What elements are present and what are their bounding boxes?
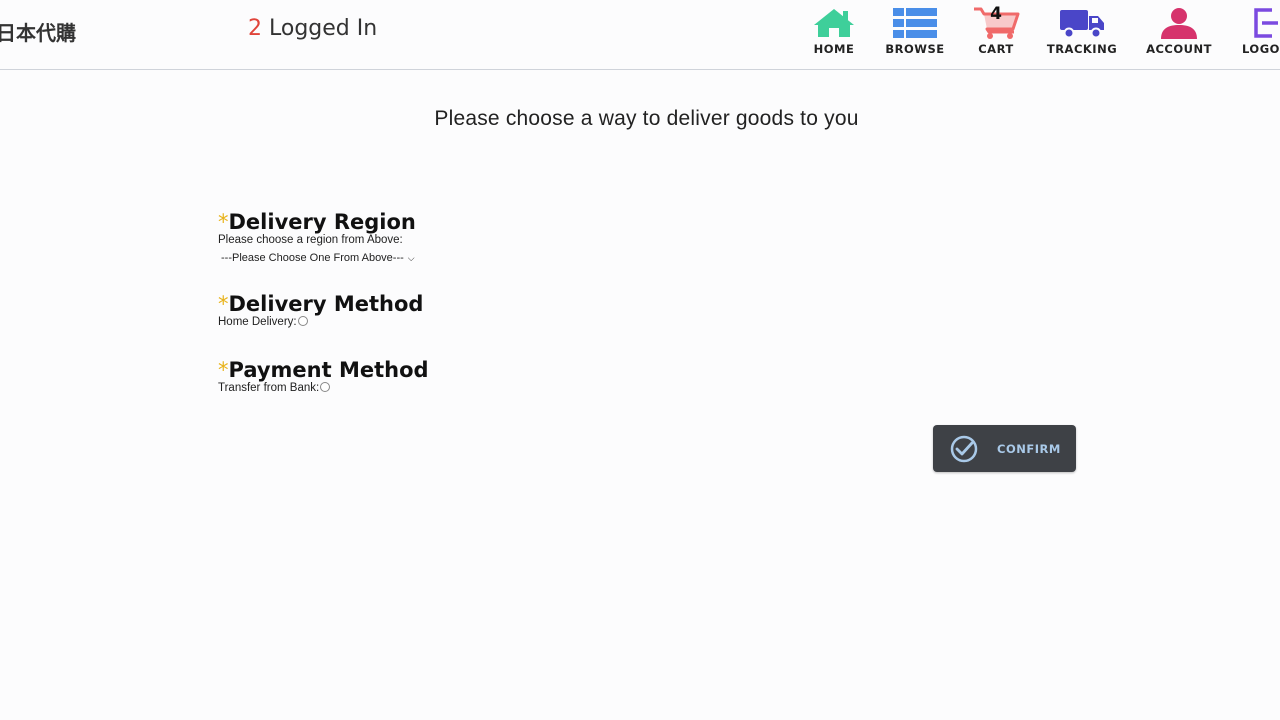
bank-transfer-label: Transfer from Bank: [218,382,320,394]
required-star: * [218,210,229,234]
nav-browse-label: BROWSE [885,42,945,56]
nav-tracking[interactable]: TRACKING [1044,6,1120,62]
nav-tracking-label: TRACKING [1046,42,1118,56]
home-delivery-label: Home Delivery: [218,316,297,328]
home-icon [809,6,859,40]
confirm-button[interactable]: CONFIRM [933,425,1076,472]
nav-home-label: HOME [813,42,855,56]
region-hint: Please choose a region from Above: [218,234,403,246]
delivery-method-heading: *Delivery Method [218,292,423,316]
delivery-method-title: Delivery Method [228,292,424,316]
delivery-region-section: *Delivery Region Please choose a region … [218,210,416,265]
check-circle-icon [948,435,982,467]
truck-icon [1044,6,1120,40]
page-title: Please choose a way to deliver goods to … [434,107,859,130]
bank-transfer-radio[interactable] [320,381,331,392]
delivery-region-title: Delivery Region [228,210,416,234]
required-star: * [218,292,229,316]
bank-transfer-option: Transfer from Bank: [218,381,429,394]
delivery-method-section: *Delivery Method Home Delivery: [218,292,423,328]
nav-account-label: ACCOUNT [1146,42,1212,56]
nav-cart[interactable]: 4 CART [970,4,1022,62]
cart-count-badge: 4 [990,4,1002,24]
logged-in-count: 2 [248,16,262,41]
logged-in-label: Logged In [262,16,378,41]
region-select[interactable]: ---Please Choose One From Above--- ⌵ [221,252,415,264]
chevron-down-icon: ⌵ [407,253,415,263]
cart-icon: 4 [970,4,1022,40]
region-select-value: ---Please Choose One From Above--- [221,252,404,264]
site-brand[interactable]: 日本代購 [0,17,76,46]
payment-method-section: *Payment Method Transfer from Bank: [218,358,429,394]
list-icon [882,6,948,40]
nav-home[interactable]: HOME [809,6,859,62]
logout-icon [1240,6,1280,40]
payment-method-heading: *Payment Method [218,358,429,382]
required-star: * [218,358,229,382]
home-delivery-radio[interactable] [297,315,308,326]
nav-cart-label: CART [978,42,1014,56]
confirm-label: CONFIRM [997,442,1061,456]
nav-browse[interactable]: BROWSE [882,6,948,62]
login-status: 2 Logged In [248,16,377,41]
user-icon [1143,6,1215,40]
home-delivery-option: Home Delivery: [218,315,423,328]
nav-account[interactable]: ACCOUNT [1143,6,1215,62]
top-navigation-bar: 日本代購 2 Logged In HOME BROWSE 4 CART TRAC… [0,0,1280,70]
nav-logout[interactable]: LOGOUT [1240,6,1280,62]
delivery-region-heading: *Delivery Region [218,210,416,234]
payment-method-title: Payment Method [228,358,429,382]
nav-logout-label: LOGOUT [1242,42,1280,56]
